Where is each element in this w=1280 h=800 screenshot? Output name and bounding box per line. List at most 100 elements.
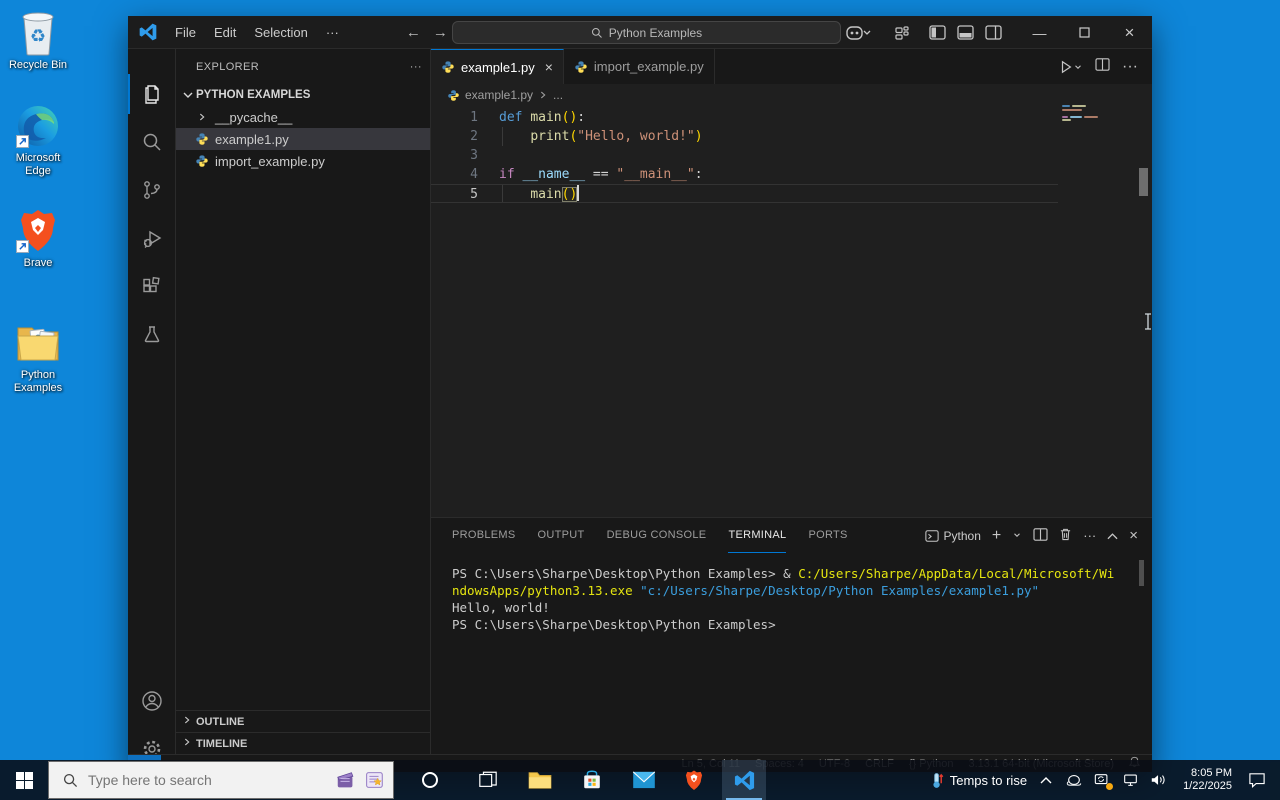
taskbar-search-box[interactable] [48,761,394,799]
file-row[interactable]: example1.py [176,128,430,150]
mouse-ibeam-cursor [1145,313,1151,330]
section-timeline[interactable]: TIMELINE [176,732,430,754]
panel-more-actions-icon[interactable]: ··· [1083,528,1096,543]
tips-icon [366,772,383,788]
minimap[interactable] [1062,105,1138,123]
toggle-secondary-sidebar-icon[interactable] [979,21,1007,45]
section-outline[interactable]: OUTLINE [176,710,430,732]
panel-tab-terminal[interactable]: TERMINAL [728,518,787,553]
terminal-scrollbar[interactable] [1139,560,1144,586]
menu-item[interactable]: ··· [317,16,348,49]
desktop-icon-microsoft-edge[interactable]: Microsoft Edge [2,103,74,178]
code-line[interactable]: 3 [431,146,1058,165]
onedrive-tray-icon[interactable] [1065,771,1083,789]
terminal-output[interactable]: PS C:\Users\Sharpe\Desktop\Python Exampl… [452,565,1126,750]
desktop-icon-recycle-bin[interactable]: ♻ Recycle Bin [2,10,74,72]
split-terminal-icon[interactable] [1033,527,1048,544]
menu-item[interactable]: Selection [245,16,316,49]
code-line[interactable]: 1 def main(): [431,108,1058,127]
desktop-icon-brave[interactable]: Brave [2,208,74,270]
kill-terminal-trash-icon[interactable] [1059,527,1072,544]
file-row[interactable]: import_example.py [176,150,430,172]
network-tray-icon[interactable] [1121,771,1139,789]
split-editor-icon[interactable] [1095,57,1110,76]
editor-tab[interactable]: import_example.py [563,49,715,84]
customize-layout-icon[interactable] [889,21,917,45]
panel-tab-problems[interactable]: PROBLEMS [452,518,516,553]
explorer-section-header[interactable]: PYTHON EXAMPLES [176,84,430,106]
terminal-dropdown-icon[interactable] [1012,528,1022,543]
python-folder-icon [15,320,61,366]
mail-button[interactable] [622,760,666,800]
code-text: main() [530,185,579,202]
terminal-shell-label[interactable]: Python [924,529,981,543]
panel-tab-output[interactable]: OUTPUT [538,518,585,553]
line-number: 3 [470,148,478,163]
clock-time: 8:05 PM [1191,767,1232,779]
activity-account-icon[interactable] [128,681,176,721]
explorer-more-actions-icon[interactable]: ··· [410,61,422,73]
editor-scrollbar[interactable] [1139,168,1148,196]
activity-extensions-icon[interactable] [128,267,176,307]
close-tab-icon[interactable]: × [545,59,553,75]
minimize-button[interactable]: — [1017,16,1062,49]
indent-guide [502,127,503,146]
chevron-right-icon [182,737,192,750]
file-list: __pycache__ example1.py import_example.py [176,106,430,172]
terminal-line: Hello, world! [452,600,550,615]
taskbar-clock[interactable]: 8:05 PM 1/22/2025 [1177,767,1238,793]
volume-tray-icon[interactable] [1149,771,1167,789]
activity-search-icon[interactable] [128,122,176,162]
maximize-button[interactable] [1062,16,1107,49]
copilot-icon[interactable] [845,21,873,45]
panel-tab-ports[interactable]: PORTS [808,518,847,553]
edge-icon [15,103,61,149]
menu-item[interactable]: File [166,16,205,49]
activity-run-debug-icon[interactable] [128,219,176,259]
microsoft-store-button[interactable] [570,760,614,800]
activity-source-control-icon[interactable] [128,170,176,210]
editor-tab[interactable]: example1.py × [431,49,564,84]
toggle-sidebar-icon[interactable] [923,21,951,45]
code-line[interactable]: 2 print("Hello, world!") [431,127,1058,146]
taskbar-search-input[interactable] [88,772,278,788]
breadcrumb[interactable]: example1.py ... [431,84,1152,106]
run-python-button[interactable] [1059,60,1083,74]
menu-bar: File Edit Selection ··· [166,16,348,49]
file-explorer-button[interactable] [518,760,562,800]
menu-item[interactable]: Edit [205,16,245,49]
activity-explorer-icon[interactable] [128,74,176,114]
task-view-button[interactable] [466,760,510,800]
tray-expand-chevron-icon[interactable] [1037,771,1055,789]
back-arrow-icon[interactable]: ← [406,24,421,41]
code-line[interactable]: 5 main() [431,184,1058,203]
cortana-button[interactable] [408,760,452,800]
nav-arrows: ← → [406,24,448,41]
toggle-panel-icon[interactable] [951,21,979,45]
code-editor[interactable]: 1 def main(): 2 print("Hello, world!") 3 4 if… [431,106,1152,517]
close-panel-icon[interactable]: × [1129,527,1138,544]
activity-testing-icon[interactable] [128,315,176,355]
file-row[interactable]: __pycache__ [176,106,430,128]
start-button[interactable] [0,760,48,800]
desktop-icon-label: Microsoft Edge [15,152,61,177]
command-center-search[interactable]: Python Examples [452,21,841,44]
brave-taskbar-button[interactable] [672,760,716,800]
terminal-line: ndowsApps/python3.13.exe "c:/Users/Sharp… [452,583,1040,598]
sync-tray-icon[interactable] [1093,771,1114,790]
weather-widget[interactable]: Temps to rise [931,772,1027,789]
panel-tab-debug-console[interactable]: DEBUG CONSOLE [607,518,707,553]
vscode-taskbar-button[interactable] [722,760,766,800]
forward-arrow-icon[interactable]: → [433,24,448,41]
editor-more-actions-icon[interactable]: ··· [1122,58,1138,76]
vscode-window: File Edit Selection ··· ← → Python Examples [128,16,1152,773]
search-highlights [335,769,385,791]
desktop-icon-python-examples[interactable]: Python Examples [2,320,74,395]
new-terminal-icon[interactable]: + [992,527,1001,545]
close-button[interactable]: × [1107,16,1152,49]
brave-icon [15,208,61,254]
file-name: example1.py [215,131,289,147]
code-line[interactable]: 4 if __name__ == "__main__": [431,165,1058,184]
action-center-icon[interactable] [1248,771,1266,789]
maximize-panel-icon[interactable] [1107,528,1118,543]
